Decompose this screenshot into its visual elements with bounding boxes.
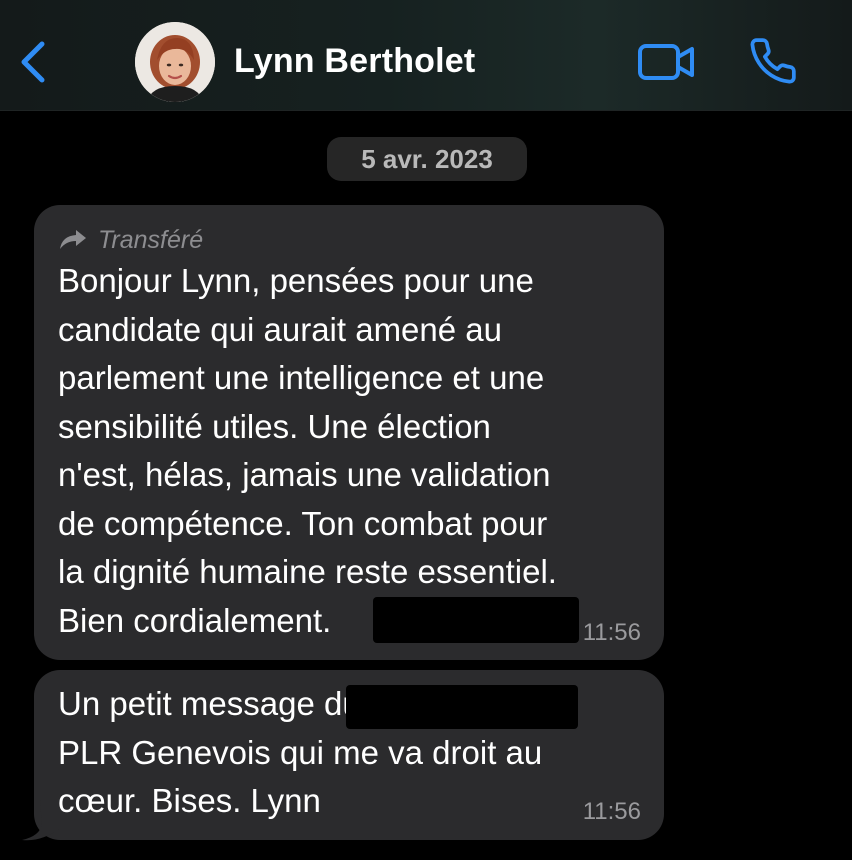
chat-header: Lynn Bertholet — [0, 0, 852, 111]
message-time: 11:56 — [582, 619, 641, 646]
contact-name[interactable]: Lynn Bertholet — [234, 42, 475, 81]
forward-arrow-icon — [60, 230, 86, 249]
redaction-box — [373, 597, 579, 643]
video-camera-icon — [638, 44, 694, 80]
chevron-left-icon — [21, 41, 45, 83]
forwarded-label: Transféré — [98, 226, 204, 254]
date-separator: 5 avr. 2023 — [327, 137, 527, 181]
message-bubble[interactable]: Transféré Bonjour Lynn, pensées pour une… — [34, 205, 664, 660]
forwarded-indicator: Transféré — [58, 225, 203, 255]
message-text: Bonjour Lynn, pensées pour une candidate… — [58, 262, 557, 639]
redaction-box — [346, 685, 578, 729]
avatar-image — [135, 22, 215, 102]
video-call-button[interactable] — [636, 40, 698, 84]
message-bubble[interactable]: Un petit message du PLR Genevois qui me … — [34, 670, 664, 840]
message-time: 11:56 — [582, 798, 641, 825]
bubble-tail — [22, 800, 60, 841]
avatar[interactable] — [135, 22, 215, 102]
phone-icon — [750, 38, 796, 84]
voice-call-button[interactable] — [748, 36, 798, 86]
back-button[interactable] — [14, 38, 54, 86]
